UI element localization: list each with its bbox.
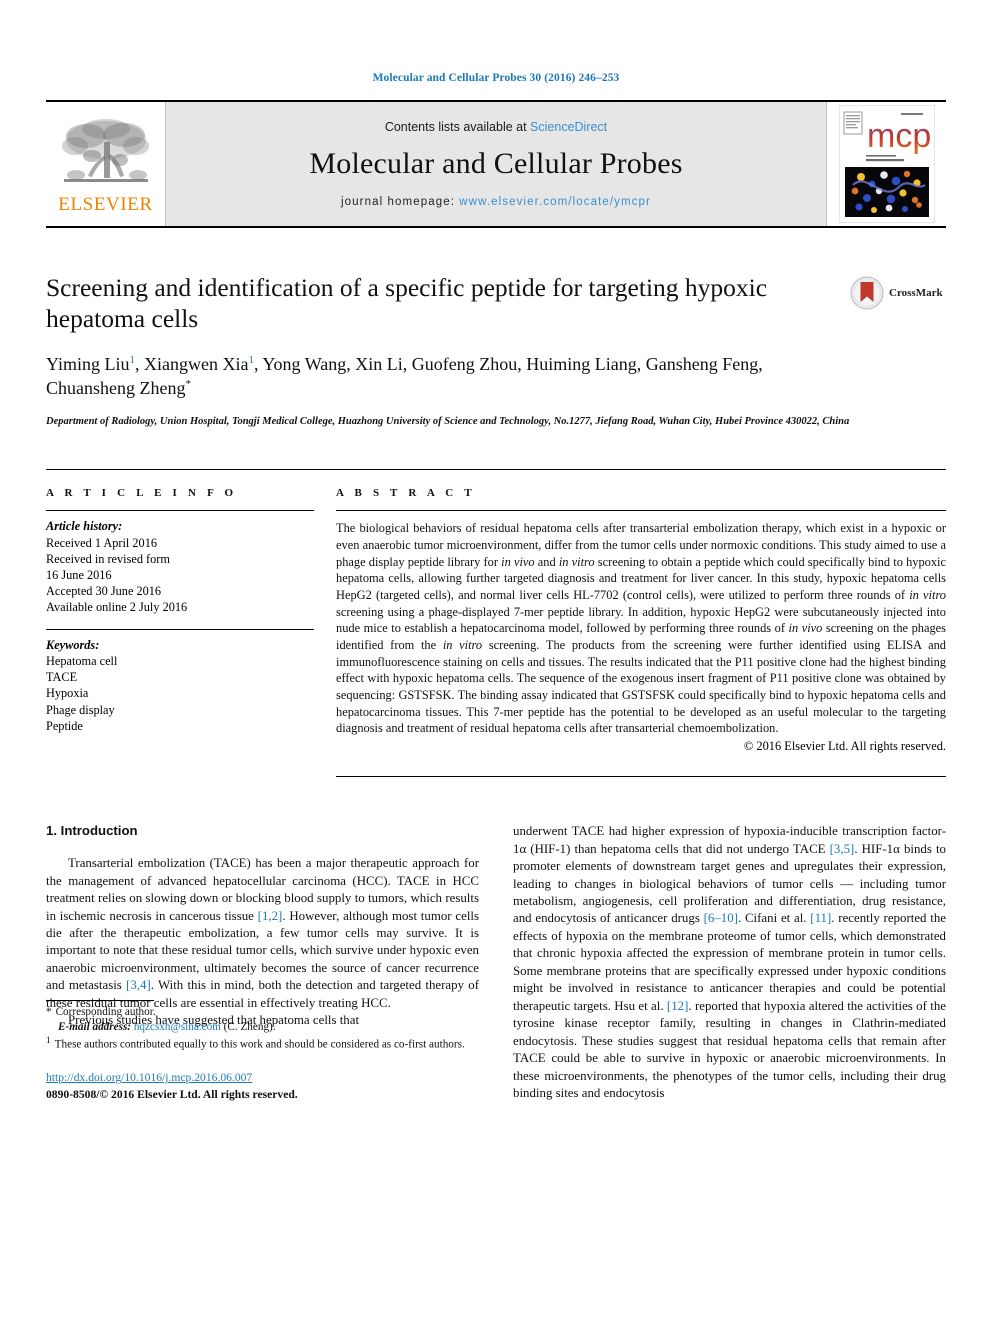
svg-text:mcp: mcp <box>867 117 931 155</box>
abstract-text: The biological behaviors of residual hep… <box>336 521 947 736</box>
intro-paragraph-1: Transarterial embolization (TACE) has be… <box>46 856 479 1010</box>
crossmark-label: CrossMark <box>889 287 943 299</box>
body-columns: 1. Introduction Transarterial embolizati… <box>46 823 946 1103</box>
author-name: Guofeng Zhou <box>411 354 518 375</box>
section-title-text: Introduction <box>60 823 138 839</box>
keyword-item: Hypoxia <box>46 686 89 701</box>
keyword-item: TACE <box>46 670 78 685</box>
citation-ref[interactable]: [6–10] <box>704 911 738 925</box>
footnote-corresponding-text: Corresponding author. <box>55 1005 156 1018</box>
keyword-item: Phage display <box>46 702 115 717</box>
author-footnote-marker: 1 <box>129 354 136 367</box>
citation-ref[interactable]: [12] <box>667 999 688 1013</box>
journal-homepage-line: journal homepage: www.elsevier.com/locat… <box>341 196 651 208</box>
citation-ref[interactable]: [3,4] <box>126 978 151 992</box>
publisher-logo: ELSEVIER <box>46 102 166 226</box>
abstract-column: A B S T R A C T The biological behaviors… <box>336 470 947 778</box>
affiliation: Department of Radiology, Union Hospital,… <box>46 416 850 428</box>
elsevier-tree-icon <box>61 119 149 182</box>
footnotes: * Corresponding author. E-mail address: h… <box>46 999 479 1103</box>
keyword-item: Peptide <box>46 718 83 733</box>
body-column-right: underwent TACE had higher expression of … <box>513 823 946 1103</box>
paper-page: Molecular and Cellular Probes 30 (2016) … <box>0 0 992 1323</box>
abstract-rule-bottom <box>336 776 946 778</box>
citation-ref[interactable]: [3,5] <box>830 842 855 856</box>
info-abstract-row: A R T I C L E I N F O Article history: R… <box>46 469 947 778</box>
article-history-label: Article history: <box>46 519 123 534</box>
article-info-column: A R T I C L E I N F O Article history: R… <box>46 470 314 777</box>
author-name: Huiming Liang <box>526 354 637 375</box>
footnote-marker-one: 1 <box>46 1036 51 1047</box>
author-name: Yong Wang <box>262 354 347 375</box>
footer-doi-block: http://dx.doi.org/10.1016/j.mcp.2016.06.… <box>46 1070 479 1102</box>
citation-ref[interactable]: [1,2] <box>258 909 283 923</box>
abstract-copyright: © 2016 Elsevier Ltd. All rights reserved… <box>743 739 946 754</box>
author-name: Gansheng Feng <box>645 354 759 375</box>
history-line: Received in revised form <box>46 551 170 566</box>
history-line: 16 June 2016 <box>46 567 112 582</box>
citation-ref[interactable]: [11] <box>810 911 831 925</box>
history-line: Received 1 April 2016 <box>46 535 157 550</box>
contents-prefix: Contents lists available at <box>384 120 531 134</box>
crossmark-badge[interactable]: CrossMark <box>850 272 946 314</box>
keywords-group: Keywords: Hepatoma cell TACE Hypoxia Pha… <box>46 630 314 747</box>
section-number: 1. <box>46 823 57 839</box>
body-column-left: 1. Introduction Transarterial embolizati… <box>46 823 479 1103</box>
contents-line: Contents lists available at ScienceDirec… <box>385 120 607 134</box>
issn-copyright-line: 0890-8508/© 2016 Elsevier Ltd. All right… <box>46 1087 298 1101</box>
footnote-equal-contribution: 1 These authors contributed equally to th… <box>46 1035 479 1053</box>
history-line: Accepted 30 June 2016 <box>46 584 162 599</box>
section-heading-introduction: 1. Introduction <box>46 823 479 838</box>
masthead-center: Contents lists available at ScienceDirec… <box>166 102 826 226</box>
footnote-rule <box>46 999 154 1001</box>
email-suffix: (C. Zheng). <box>223 1021 276 1034</box>
author-footnote-marker: 1 <box>248 354 254 367</box>
intro-paragraph-3: underwent TACE had higher expression of … <box>513 824 946 1101</box>
journal-masthead: ELSEVIER Contents lists available at Sci… <box>46 100 946 228</box>
footnote-email: E-mail address: hqzcsxh@sina.com (C. Zhe… <box>46 1020 479 1035</box>
article-history: Article history: Received 1 April 2016 R… <box>46 511 314 628</box>
crossmark-icon <box>850 276 884 310</box>
author-list: Yiming Liu1, Xiangwen Xia1, Yong Wang, X… <box>46 354 763 399</box>
footnote-equal-text: These authors contributed equally to thi… <box>54 1039 465 1052</box>
running-head: Molecular and Cellular Probes 30 (2016) … <box>372 72 620 84</box>
latin-term: in vivo <box>501 554 535 569</box>
journal-cover-thumbnail: mcp <box>826 102 946 226</box>
elsevier-wordmark: ELSEVIER <box>58 194 153 215</box>
latin-term: in vitro <box>558 554 595 569</box>
journal-homepage-url[interactable]: www.elsevier.com/locate/ymcpr <box>459 196 651 208</box>
footnote-marker-star: * <box>46 1005 52 1018</box>
abstract-heading: A B S T R A C T <box>336 487 476 500</box>
author-name: Xin Li <box>355 354 403 375</box>
email-link[interactable]: hqzcsxh@sina.com <box>134 1021 221 1033</box>
title-block: CrossMark Screening and identification o… <box>46 272 946 429</box>
latin-term: in vitro <box>909 588 946 602</box>
journal-title: Molecular and Cellular Probes <box>309 147 683 180</box>
page-title: Screening and identification of a specif… <box>46 273 768 334</box>
homepage-prefix: journal homepage: <box>341 196 460 208</box>
author-name: Yiming Liu <box>46 354 130 375</box>
article-info-heading: A R T I C L E I N F O <box>46 487 238 500</box>
history-line: Available online 2 July 2016 <box>46 600 188 615</box>
keyword-item: Hepatoma cell <box>46 653 118 668</box>
author-corresponding-marker: * <box>185 378 191 391</box>
doi-link[interactable]: http://dx.doi.org/10.1016/j.mcp.2016.06.… <box>46 1071 252 1084</box>
author-name: Xiangwen Xia <box>144 354 249 375</box>
keywords-label: Keywords: <box>46 637 100 652</box>
sciencedirect-link[interactable]: ScienceDirect <box>530 120 607 134</box>
email-label: E-mail address: <box>58 1021 132 1034</box>
footnote-corresponding: * Corresponding author. <box>46 1005 479 1020</box>
author-name: Chuansheng Zheng <box>46 378 186 399</box>
journal-cover-image: mcp <box>838 105 935 223</box>
latin-term: in vivo <box>788 621 823 636</box>
latin-term: in vitro <box>442 638 483 653</box>
